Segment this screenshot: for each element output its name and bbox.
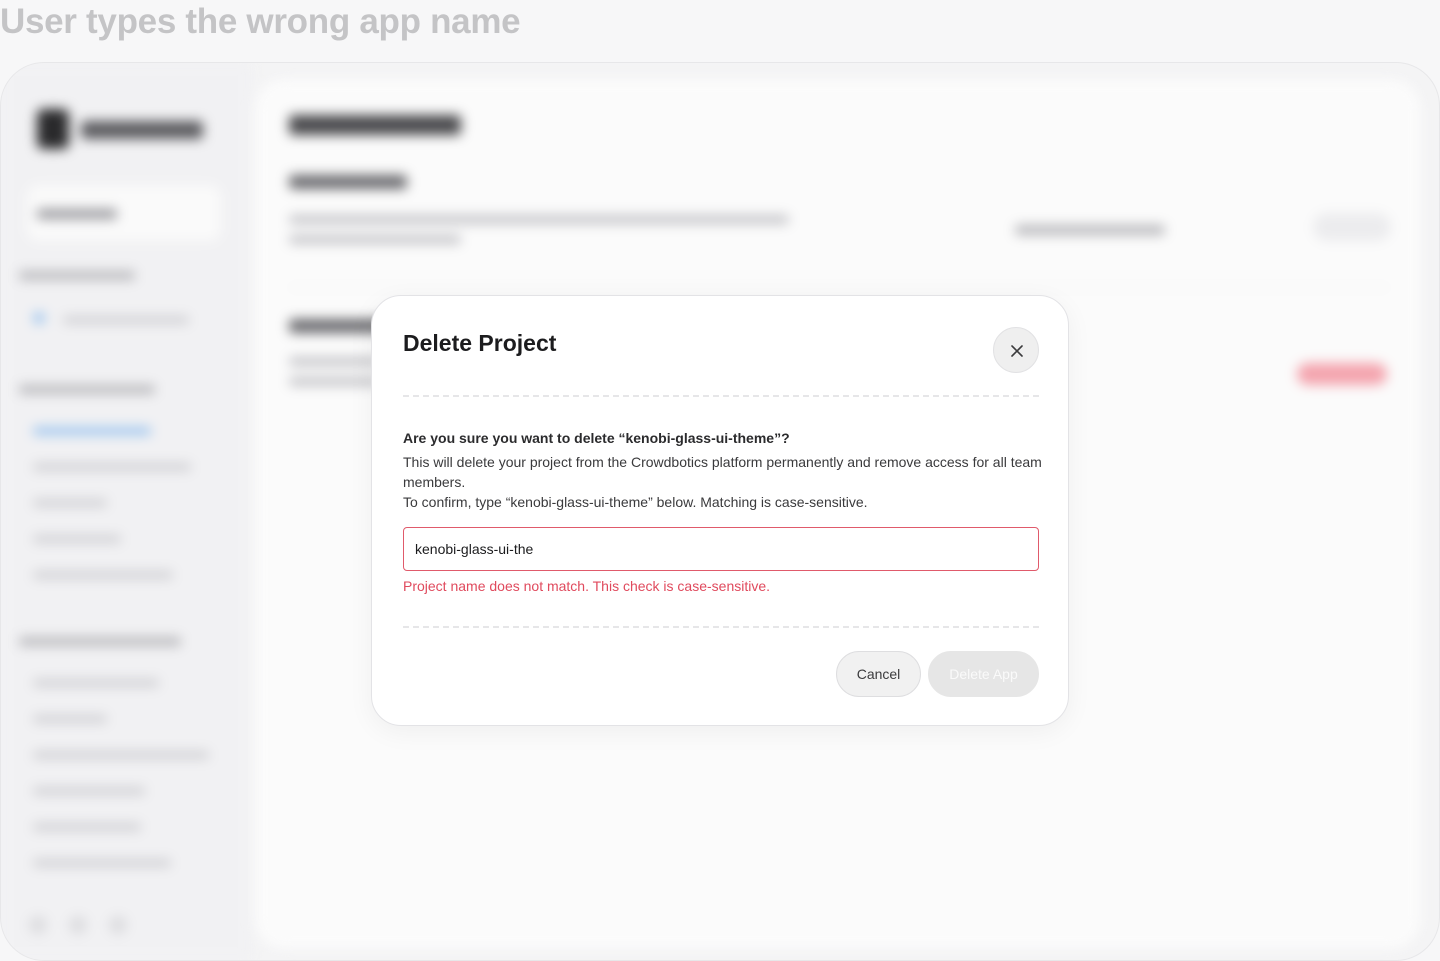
sidebar-heading <box>19 385 155 394</box>
footer-icon <box>69 916 87 934</box>
project-name-input[interactable] <box>403 527 1039 571</box>
sidebar-item <box>33 463 191 471</box>
sidebar-item <box>33 823 141 831</box>
delete-app-button[interactable]: Delete App <box>928 651 1039 697</box>
confirm-instruction: To confirm, type “kenobi-glass-ui-theme”… <box>403 494 868 510</box>
sidebar-item <box>33 679 159 687</box>
sidebar-heading <box>19 271 135 280</box>
warning-description: This will delete your project from the C… <box>403 454 1042 490</box>
footer-icon <box>109 916 127 934</box>
sidebar-heading <box>19 637 181 646</box>
logo-icon <box>37 109 69 149</box>
sidebar-item <box>33 751 209 759</box>
organization-selector <box>27 185 221 241</box>
sidebar-item <box>33 859 171 867</box>
sidebar-item <box>33 715 107 723</box>
delete-project-dialog: Delete Project Are you sure you want to … <box>371 295 1069 726</box>
danger-button <box>1297 363 1387 385</box>
sidebar-item <box>33 787 145 795</box>
sidebar-item <box>33 571 173 579</box>
sidebar <box>1 63 251 960</box>
section-value <box>1015 225 1165 235</box>
footer-icon <box>29 916 47 934</box>
error-message: Project name does not match. This check … <box>403 578 771 594</box>
dialog-divider <box>403 626 1039 628</box>
close-icon <box>1011 345 1023 357</box>
sidebar-item <box>33 535 121 543</box>
section-divider <box>289 287 1389 288</box>
section-text <box>289 235 461 244</box>
section-text <box>289 215 789 224</box>
sidebar-item <box>33 499 107 507</box>
sidebar-item-icon <box>33 312 45 324</box>
section-text <box>289 377 379 386</box>
section-text <box>289 357 379 366</box>
confirm-question: Are you sure you want to delete “kenobi-… <box>403 430 790 446</box>
cancel-button[interactable]: Cancel <box>836 651 921 697</box>
logo-wordmark <box>81 121 203 139</box>
dialog-divider <box>403 395 1039 397</box>
sidebar-item-active <box>33 427 151 435</box>
section-button <box>1313 213 1391 241</box>
scenario-title: User types the wrong app name <box>0 2 521 41</box>
dialog-title: Delete Project <box>403 330 557 356</box>
page-title <box>289 115 461 135</box>
sidebar-item <box>63 316 189 324</box>
section-title <box>289 175 407 189</box>
close-button[interactable] <box>993 327 1039 373</box>
